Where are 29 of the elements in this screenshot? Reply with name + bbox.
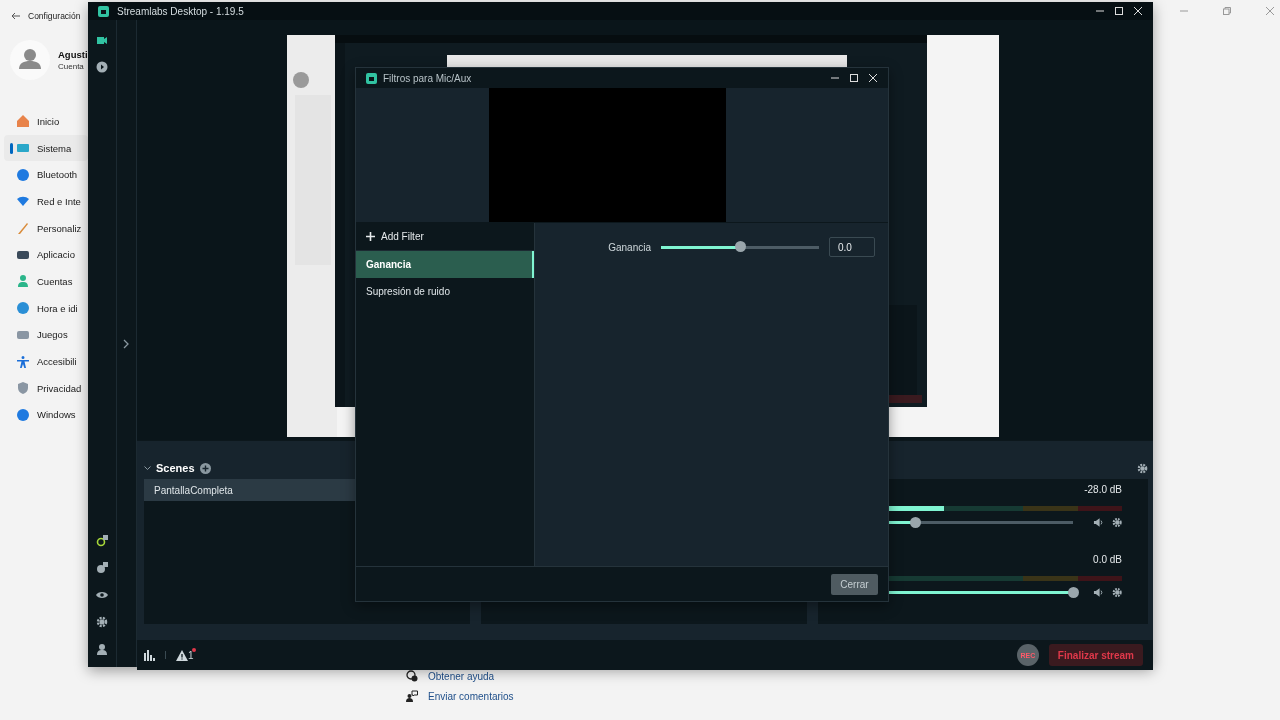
dialog-title: Filtros para Mic/Aux [383,72,472,84]
account-label: Cuenta [58,62,85,71]
db-reading: -28.0 dB [1083,484,1122,497]
link[interactable]: Obtener ayuda [428,670,495,682]
property-label: Ganancia [608,241,651,253]
nav-item[interactable]: Red e Inte [4,188,88,215]
db-reading: 0.0 dB [1092,554,1122,567]
section-title: Scenes [156,462,195,474]
user-name: Agusti [58,49,88,60]
filter-item[interactable]: Ganancia [356,251,534,278]
nav-item[interactable]: Personaliz [4,214,88,242]
window-title: Configuración [28,11,81,21]
link[interactable]: Enviar comentarios [428,690,514,702]
filter-item[interactable]: Supresión de ruido [356,278,534,305]
nav-item[interactable]: Aplicacio [4,241,88,269]
nav-item[interactable]: Juegos [4,321,88,349]
end-stream-button[interactable]: Finalizar stream [1048,644,1143,666]
alert-count: 1 [188,649,194,661]
close-button[interactable]: Cerrar [831,573,878,595]
nav-item[interactable]: Bluetooth [4,161,88,189]
nav-item[interactable]: Privacidad [4,374,88,402]
nav-item[interactable]: Cuentas [4,268,88,295]
value-field[interactable]: 0.0 [829,237,875,257]
nav-item[interactable]: Accesibili [4,348,88,375]
nav-item[interactable]: Inicio [4,108,88,135]
nav-item[interactable]: Hora e idi [4,294,88,322]
nav-item[interactable]: Windows [4,401,88,429]
nav-item[interactable]: Sistema [4,134,88,162]
window-title: Streamlabs Desktop - 1.19.5 [117,5,244,17]
